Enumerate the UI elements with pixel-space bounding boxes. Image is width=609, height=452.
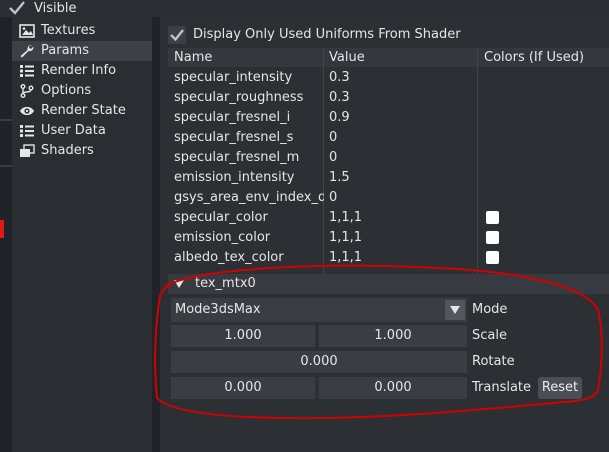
- column-header-name[interactable]: Name: [174, 48, 212, 67]
- params-panel: Display Only Used Uniforms From Shader N…: [160, 17, 609, 452]
- sidebar-item-render-state[interactable]: Render State: [12, 101, 152, 121]
- layers-icon: [20, 144, 35, 157]
- param-name: specular_intensity: [174, 70, 293, 85]
- sidebar-item-textures[interactable]: Textures: [12, 21, 152, 41]
- sidebar-scrollbar[interactable]: [152, 17, 160, 452]
- table-row[interactable]: emission_color 1,1,1: [168, 228, 609, 248]
- param-name: emission_color: [174, 230, 271, 245]
- param-value[interactable]: 1,1,1: [329, 208, 474, 228]
- color-swatch[interactable]: [486, 251, 499, 264]
- param-name: specular_fresnel_i: [174, 110, 291, 125]
- mode-label: Mode: [472, 302, 508, 317]
- sidebar-item-label: Options: [41, 83, 92, 98]
- table-row[interactable]: specular_fresnel_s 0: [168, 128, 609, 148]
- mode-dropdown[interactable]: Mode3dsMax: [171, 298, 467, 322]
- sidebar-item-label: Render Info: [41, 63, 117, 78]
- checkmark-icon: [170, 29, 184, 42]
- table-row[interactable]: specular_fresnel_m 0: [168, 148, 609, 168]
- sidebar-item-label: Textures: [41, 23, 96, 38]
- param-name: specular_roughness: [174, 90, 304, 105]
- collapse-triangle-icon[interactable]: [174, 280, 184, 288]
- list-icon: [20, 65, 34, 77]
- image-icon: [19, 24, 35, 38]
- checkmark-icon[interactable]: [9, 1, 25, 15]
- display-only-used-label: Display Only Used Uniforms From Shader: [193, 27, 461, 42]
- wrench-icon: [20, 44, 34, 58]
- table-row[interactable]: albedo_tex_color 1,1,1: [168, 248, 609, 268]
- sidebar-item-label: Shaders: [41, 143, 94, 158]
- scale-x-field[interactable]: 1.000: [171, 325, 315, 347]
- param-value[interactable]: 0: [329, 188, 474, 208]
- visible-toggle-row[interactable]: Visible: [0, 0, 609, 17]
- scale-y-field[interactable]: 1.000: [319, 325, 467, 347]
- table-header: Name Value Colors (If Used): [168, 48, 609, 67]
- table-row[interactable]: specular_intensity 0.3: [168, 68, 609, 88]
- param-value[interactable]: 0.9: [329, 108, 474, 128]
- sidebar-item-shaders[interactable]: Shaders: [12, 141, 152, 161]
- table-row[interactable]: emission_intensity 1.5: [168, 168, 609, 188]
- sidebar-item-params[interactable]: Params: [12, 41, 152, 61]
- sidebar-item-render-info[interactable]: Render Info: [12, 61, 152, 81]
- sidebar-item-label: Params: [41, 43, 89, 58]
- reset-button[interactable]: Reset: [538, 377, 582, 399]
- param-value[interactable]: 0.3: [329, 68, 474, 88]
- display-only-used-checkbox[interactable]: [168, 26, 186, 44]
- table-row[interactable]: specular_roughness 0.3: [168, 88, 609, 108]
- column-header-colors[interactable]: Colors (If Used): [484, 48, 584, 67]
- dropdown-button[interactable]: [445, 300, 465, 320]
- uniforms-table: Name Value Colors (If Used) specular_int…: [168, 48, 609, 284]
- table-row[interactable]: gsys_area_env_index_diffuse 0: [168, 188, 609, 208]
- branch-icon: [20, 84, 34, 98]
- translate-label: Translate: [472, 380, 532, 395]
- param-value[interactable]: 0: [329, 128, 474, 148]
- param-value[interactable]: 1.5: [329, 168, 474, 188]
- translate-y-field[interactable]: 0.000: [319, 377, 467, 399]
- divider: [0, 119, 12, 121]
- param-name: specular_fresnel_s: [174, 130, 294, 145]
- sidebar: Textures Params Render Info Options Rend…: [12, 17, 152, 452]
- section-title: tex_mtx0: [195, 276, 256, 291]
- param-name: specular_fresnel_m: [174, 150, 300, 165]
- param-value[interactable]: 1,1,1: [329, 228, 474, 248]
- chevron-down-icon: [450, 306, 460, 314]
- left-edge-panel: [0, 17, 12, 452]
- table-row[interactable]: specular_fresnel_i 0.9: [168, 108, 609, 128]
- sidebar-item-options[interactable]: Options: [12, 81, 152, 101]
- param-value[interactable]: 0: [329, 148, 474, 168]
- param-name: gsys_area_env_index_diffuse: [174, 190, 324, 205]
- eye-icon: [20, 106, 34, 116]
- tex-mtx-section-header[interactable]: tex_mtx0: [168, 274, 609, 294]
- param-value[interactable]: 0.3: [329, 88, 474, 108]
- mode-selected-value: Mode3dsMax: [175, 302, 261, 317]
- param-name: specular_color: [174, 210, 268, 225]
- sidebar-item-label: User Data: [41, 123, 106, 138]
- color-swatch[interactable]: [486, 231, 499, 244]
- table-row[interactable]: specular_color 1,1,1: [168, 208, 609, 228]
- sidebar-item-label: Render State: [41, 103, 126, 118]
- divider: [0, 165, 12, 167]
- column-header-value[interactable]: Value: [329, 48, 365, 67]
- param-name: albedo_tex_color: [174, 250, 284, 265]
- translate-x-field[interactable]: 0.000: [171, 377, 315, 399]
- list-icon: [20, 125, 34, 137]
- sidebar-item-user-data[interactable]: User Data: [12, 121, 152, 141]
- param-name: emission_intensity: [174, 170, 295, 185]
- scale-label: Scale: [472, 328, 507, 343]
- rotate-field[interactable]: 0.000: [171, 351, 467, 373]
- color-swatch[interactable]: [486, 211, 499, 224]
- param-value[interactable]: 1,1,1: [329, 248, 474, 268]
- tex-mtx-controls: Mode3dsMax Mode 1.000 1.000 Scale 0.000 …: [168, 294, 609, 452]
- visible-label: Visible: [34, 1, 77, 16]
- rotate-label: Rotate: [472, 354, 515, 369]
- selection-marker: [0, 220, 4, 238]
